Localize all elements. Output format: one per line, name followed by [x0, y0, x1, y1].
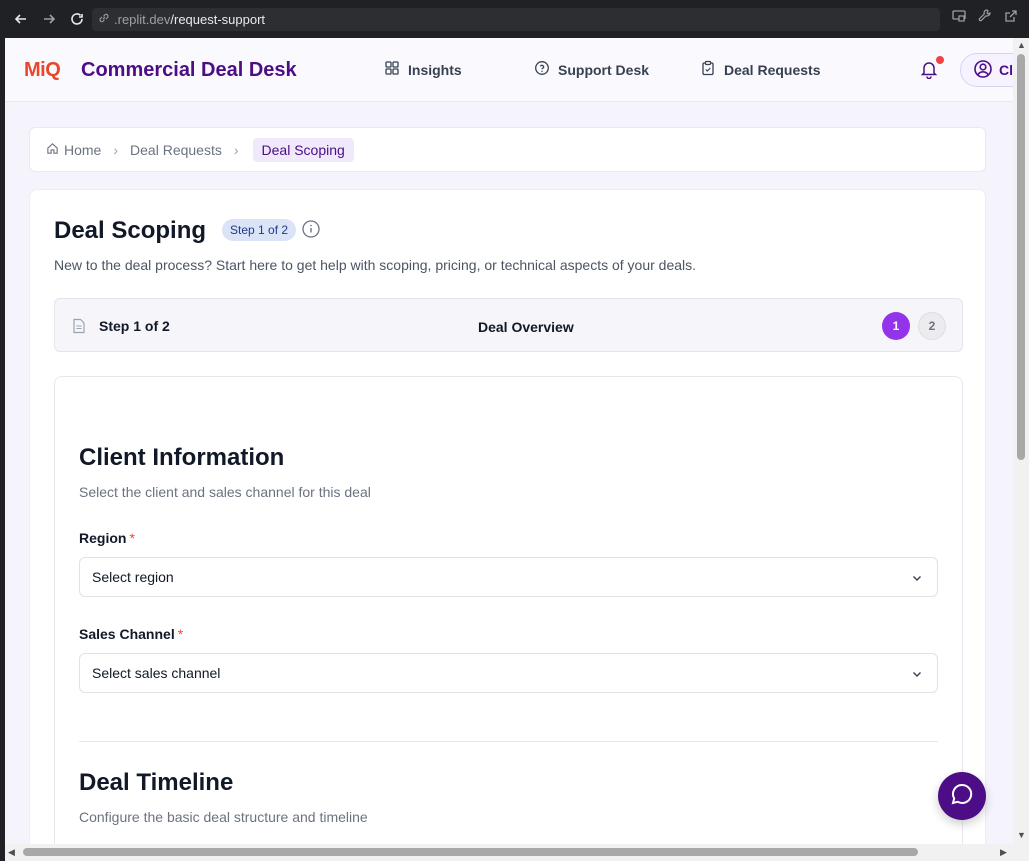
deal-timeline-title: Deal Timeline	[79, 769, 234, 796]
chevron-right-icon: ›	[233, 141, 239, 158]
back-icon[interactable]	[13, 11, 29, 32]
cast-icon[interactable]	[951, 8, 967, 29]
grid-icon	[384, 60, 400, 79]
required-marker: *	[177, 626, 184, 642]
client-info-description: Select the client and sales channel for …	[79, 484, 371, 500]
page-viewport: MiQ Commercial Deal Desk Insights Suppor…	[5, 38, 1013, 844]
document-icon	[72, 318, 86, 339]
step-badge: Step 1 of 2	[222, 219, 297, 241]
url-domain: .replit.dev	[114, 12, 171, 27]
link-icon	[98, 12, 110, 27]
scroll-right-arrow[interactable]: ▶	[1000, 847, 1007, 858]
nav-deal-requests[interactable]: Deal Requests	[700, 60, 820, 79]
user-menu-button[interactable]: Cl	[960, 53, 1013, 87]
url-path: /request-support	[170, 12, 266, 27]
page-title: Deal Scoping	[54, 217, 207, 244]
horizontal-scrollbar[interactable]: ◀ ▶	[5, 844, 1029, 861]
client-info-title: Client Information	[79, 444, 285, 471]
help-circle-icon	[534, 60, 550, 79]
stepper-label: Step 1 of 2	[99, 318, 170, 334]
breadcrumb-home[interactable]: Home	[46, 142, 101, 158]
nav-insights-label: Insights	[408, 61, 462, 78]
breadcrumb-home-label: Home	[64, 141, 102, 158]
clipboard-icon	[700, 60, 716, 79]
nav-deal-requests-label: Deal Requests	[724, 61, 821, 78]
sales-channel-select-value: Select sales channel	[92, 665, 221, 681]
scroll-up-arrow[interactable]: ▲	[1017, 40, 1026, 50]
nav-insights[interactable]: Insights	[384, 60, 462, 79]
deal-form: Client Information Select the client and…	[54, 376, 963, 844]
scroll-left-arrow[interactable]: ◀	[8, 847, 15, 858]
browser-tools	[951, 8, 1019, 29]
step-indicator-2[interactable]: 2	[918, 312, 946, 340]
deal-scoping-card: Deal Scoping Step 1 of 2 New to the deal…	[29, 189, 986, 844]
breadcrumb: Home › Deal Requests › Deal Scoping	[29, 127, 986, 172]
chevron-down-icon	[911, 571, 923, 587]
open-external-icon[interactable]	[1003, 8, 1019, 29]
wrench-icon[interactable]	[977, 8, 993, 29]
stepper: Step 1 of 2 Deal Overview 1 2	[54, 298, 963, 352]
forward-icon[interactable]	[41, 11, 57, 32]
chevron-right-icon: ›	[113, 141, 119, 158]
user-initials: Cl	[999, 62, 1013, 78]
vertical-scrollbar[interactable]: ▲ ▼	[1013, 38, 1029, 844]
region-select[interactable]: Select region	[79, 557, 938, 597]
nav-support-desk-label: Support Desk	[558, 61, 650, 78]
home-icon	[46, 142, 59, 158]
user-icon	[973, 59, 993, 82]
breadcrumb-deal-requests[interactable]: Deal Requests	[130, 142, 222, 158]
breadcrumb-current: Deal Scoping	[252, 137, 354, 162]
chat-button[interactable]	[938, 772, 986, 820]
chevron-down-icon	[911, 667, 923, 683]
app-header: MiQ Commercial Deal Desk Insights Suppor…	[5, 38, 1013, 102]
bell-icon[interactable]	[919, 59, 939, 84]
sales-channel-select[interactable]: Select sales channel	[79, 653, 938, 693]
region-label: Region *	[79, 530, 135, 546]
scroll-down-arrow[interactable]: ▼	[1017, 830, 1026, 840]
browser-toolbar: .replit.dev/request-support	[0, 0, 1029, 38]
page-subtitle: New to the deal process? Start here to g…	[54, 257, 697, 273]
deal-timeline-description: Configure the basic deal structure and t…	[79, 809, 368, 825]
region-select-value: Select region	[92, 569, 174, 585]
chat-bubble-icon	[949, 781, 975, 812]
sales-channel-label: Sales Channel *	[79, 626, 184, 642]
address-bar[interactable]: .replit.dev/request-support	[92, 8, 940, 31]
vertical-scroll-thumb[interactable]	[1017, 54, 1025, 460]
required-marker: *	[129, 530, 135, 546]
notification-dot	[936, 56, 944, 64]
stepper-current-name: Deal Overview	[478, 319, 574, 335]
miq-logo[interactable]: MiQ	[24, 59, 61, 82]
horizontal-scroll-thumb[interactable]	[23, 848, 918, 856]
step-indicator-1[interactable]: 1	[882, 312, 910, 340]
section-divider	[79, 741, 938, 742]
app-title: Commercial Deal Desk	[81, 59, 297, 81]
nav-support-desk[interactable]: Support Desk	[534, 60, 649, 79]
info-icon[interactable]	[302, 220, 320, 243]
reload-icon[interactable]	[69, 11, 85, 32]
